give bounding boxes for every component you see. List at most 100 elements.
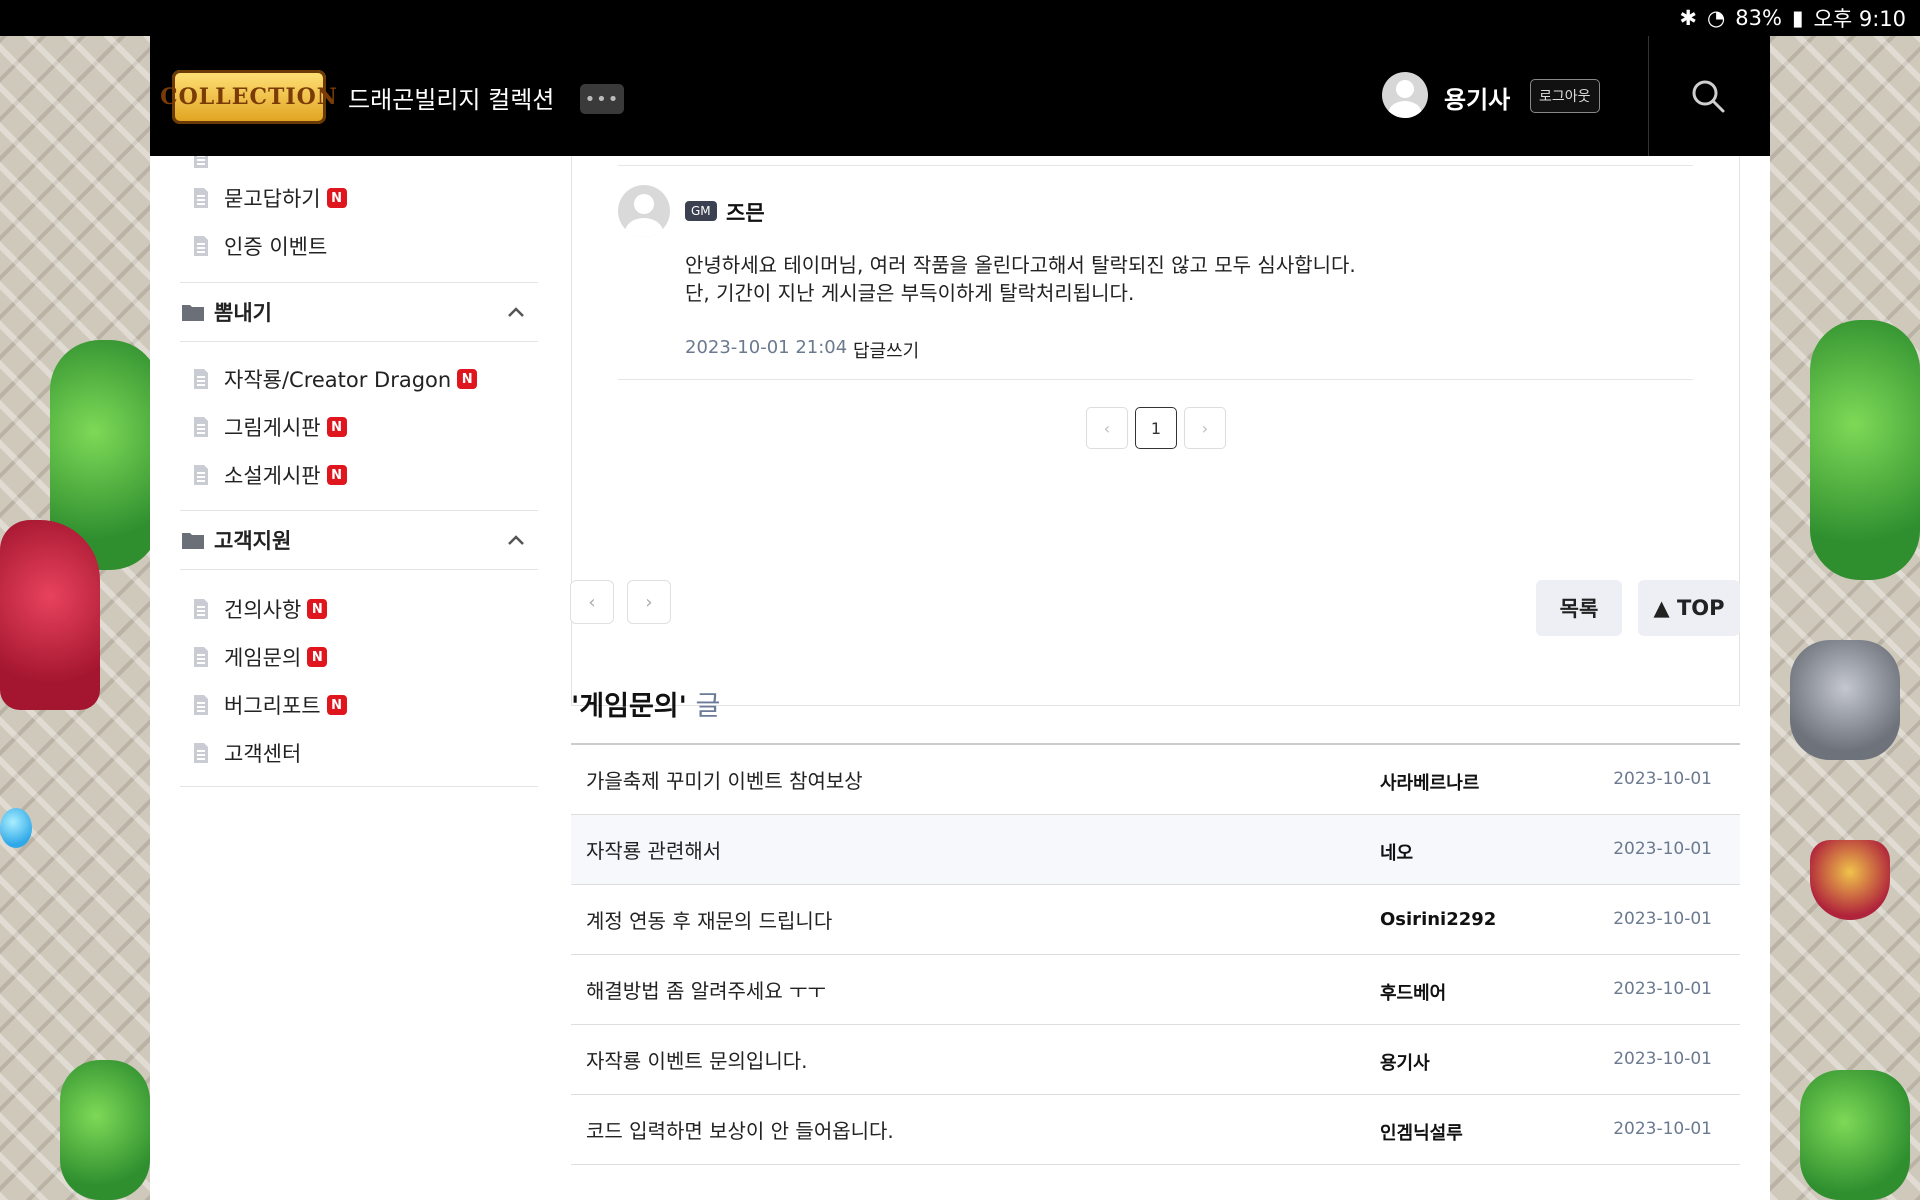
sidebar-item-label: 그림게시판 bbox=[224, 416, 321, 440]
related-posts-title: '게임문의' 글 bbox=[571, 684, 720, 723]
clock: 오후 9:10 bbox=[1813, 7, 1906, 31]
new-badge: N bbox=[307, 647, 328, 667]
pagination-prev-button[interactable]: ‹ bbox=[1086, 407, 1128, 449]
folder-icon bbox=[182, 305, 204, 321]
shield-decoration bbox=[1810, 840, 1890, 920]
comment-pagination: ‹ 1 › bbox=[1086, 407, 1226, 449]
document-icon bbox=[194, 156, 208, 168]
sidebar-item-bug-report[interactable]: 버그리포트 N bbox=[190, 681, 347, 729]
sidebar-item-novel-board[interactable]: 소설게시판 N bbox=[190, 451, 347, 499]
divider bbox=[618, 379, 1693, 380]
pagination-page-1[interactable]: 1 bbox=[1135, 407, 1177, 449]
related-title-suffix: 글 bbox=[686, 691, 721, 722]
dragon-decoration bbox=[1790, 640, 1900, 760]
post-author: 후드베어 bbox=[1380, 983, 1447, 1004]
new-badge: N bbox=[326, 188, 347, 208]
post-date: 2023-10-01 bbox=[1613, 1119, 1712, 1139]
sidebar-item-label: 소설게시판 bbox=[224, 464, 321, 488]
document-icon bbox=[194, 417, 208, 437]
document-icon bbox=[194, 465, 208, 485]
post-title[interactable]: 가을축제 꾸미기 이벤트 참여보상 bbox=[586, 765, 863, 794]
sidebar-item-customer-center[interactable]: 고객센터 bbox=[190, 729, 301, 777]
sidebar-item-label: 자작룡/Creator Dragon bbox=[224, 368, 452, 392]
list-button[interactable]: 목록 bbox=[1536, 580, 1622, 636]
tree-decoration bbox=[1800, 1070, 1910, 1200]
chevron-up-icon[interactable] bbox=[506, 531, 526, 551]
tree-decoration bbox=[60, 1060, 150, 1200]
commenter-avatar bbox=[618, 185, 670, 237]
post-title[interactable]: 계정 연동 후 재문의 드립니다 bbox=[586, 905, 832, 934]
document-icon bbox=[194, 647, 208, 667]
site-title[interactable]: 드래곤빌리지 컬렉션 bbox=[348, 80, 554, 115]
post-date: 2023-10-01 bbox=[1613, 839, 1712, 859]
post-title[interactable]: 해결방법 좀 알려주세요 ㅜㅜ bbox=[586, 975, 826, 1004]
sidebar-item-label: 인증 이벤트 bbox=[224, 235, 328, 259]
new-badge: N bbox=[307, 599, 328, 619]
header-divider bbox=[1648, 36, 1649, 156]
username[interactable]: 용기사 bbox=[1444, 80, 1510, 115]
main-panel: 묻고답하기 N 인증 이벤트 뽐내기 자작룡/Creator Dragon N … bbox=[150, 156, 1770, 1200]
search-icon[interactable] bbox=[1690, 78, 1726, 114]
new-badge: N bbox=[457, 369, 478, 389]
prev-post-button[interactable]: ‹ bbox=[570, 580, 614, 624]
more-menu-button[interactable]: ••• bbox=[580, 84, 624, 114]
background-right bbox=[1770, 0, 1920, 1200]
comment-date: 2023-10-01 21:04 bbox=[685, 337, 848, 358]
scroll-top-button[interactable]: ▲ TOP bbox=[1638, 580, 1740, 636]
comment-author: 즈믄 bbox=[726, 201, 765, 225]
post-author: Osirini2292 bbox=[1380, 909, 1497, 930]
post-author: 네오 bbox=[1380, 843, 1414, 864]
sidebar-group-support[interactable]: 고객지원 bbox=[180, 510, 538, 570]
system-status-bar: ✱ ◔ 83% ▮ 오후 9:10 bbox=[0, 0, 1920, 36]
sidebar-item-creator-dragon[interactable]: 자작룡/Creator Dragon N bbox=[190, 355, 478, 403]
new-badge: N bbox=[326, 465, 347, 485]
table-row[interactable]: 해결방법 좀 알려주세요 ㅜㅜ 후드베어 2023-10-01 bbox=[571, 955, 1740, 1025]
post-author: 사라베르나르 bbox=[1380, 773, 1480, 794]
reply-button[interactable]: 답글쓰기 bbox=[853, 337, 919, 363]
battery-level: 83% bbox=[1735, 6, 1782, 30]
post-date: 2023-10-01 bbox=[1613, 1049, 1712, 1069]
document-icon bbox=[194, 236, 208, 256]
table-row[interactable]: 가을축제 꾸미기 이벤트 참여보상 사라베르나르 2023-10-01 bbox=[571, 745, 1740, 815]
table-row[interactable]: 계정 연동 후 재문의 드립니다 Osirini2292 2023-10-01 bbox=[571, 885, 1740, 955]
table-row[interactable]: 코드 입력하면 보상이 안 들어옵니다. 인겜닉설루 2023-10-01 bbox=[571, 1095, 1740, 1165]
pagination-next-button[interactable]: › bbox=[1184, 407, 1226, 449]
sidebar-item-game-inquiry[interactable]: 게임문의 N bbox=[190, 633, 328, 681]
related-board-name: '게임문의' bbox=[571, 691, 687, 722]
user-avatar[interactable] bbox=[1382, 72, 1428, 118]
post-author: 용기사 bbox=[1380, 1053, 1430, 1074]
sidebar-item-label: 묻고답하기 bbox=[224, 187, 321, 211]
sidebar-item-art-board[interactable]: 그림게시판 N bbox=[190, 403, 347, 451]
dragon-decoration bbox=[0, 520, 100, 710]
post-date: 2023-10-01 bbox=[1613, 979, 1712, 999]
sidebar-group-label: 뽐내기 bbox=[214, 301, 272, 325]
chevron-up-icon[interactable] bbox=[506, 303, 526, 323]
bluetooth-icon: ✱ bbox=[1679, 6, 1697, 30]
table-row[interactable]: 자작룡 관련해서 네오 2023-10-01 bbox=[571, 815, 1740, 885]
sidebar-item-suggestions[interactable]: 건의사항 N bbox=[190, 585, 328, 633]
document-icon bbox=[194, 188, 208, 208]
site-logo[interactable]: COLLECTION bbox=[160, 70, 337, 124]
post-title[interactable]: 자작룡 이벤트 문의입니다. bbox=[586, 1045, 807, 1074]
document-icon bbox=[194, 695, 208, 715]
post-title[interactable]: 코드 입력하면 보상이 안 들어옵니다. bbox=[586, 1115, 894, 1144]
background-left bbox=[0, 0, 160, 1200]
sidebar-item-verification-event[interactable]: 인증 이벤트 bbox=[190, 222, 327, 270]
document-icon bbox=[194, 743, 208, 763]
wifi-icon: ◔ bbox=[1706, 6, 1726, 30]
new-badge: N bbox=[326, 695, 347, 715]
related-posts-list: 가을축제 꾸미기 이벤트 참여보상 사라베르나르 2023-10-01 자작룡 … bbox=[571, 743, 1740, 1165]
logout-button[interactable]: 로그아웃 bbox=[1530, 79, 1600, 113]
next-post-button[interactable]: › bbox=[627, 580, 671, 624]
document-icon bbox=[194, 369, 208, 389]
sidebar-item-label: 게임문의 bbox=[224, 646, 302, 670]
table-row[interactable]: 자작룡 이벤트 문의입니다. 용기사 2023-10-01 bbox=[571, 1025, 1740, 1095]
comment-text: 안녕하세요 테이머님, 여러 작품을 올린다고해서 탈락되진 않고 모두 심사합… bbox=[685, 253, 1356, 305]
balloon-decoration bbox=[0, 808, 32, 848]
tree-decoration bbox=[1810, 320, 1920, 580]
battery-icon: ▮ bbox=[1791, 6, 1804, 30]
sidebar-group-showcase[interactable]: 뽐내기 bbox=[180, 282, 538, 342]
post-title[interactable]: 자작룡 관련해서 bbox=[586, 835, 721, 864]
post-date: 2023-10-01 bbox=[1613, 909, 1712, 929]
sidebar-item-qna[interactable]: 묻고답하기 N bbox=[190, 174, 347, 222]
